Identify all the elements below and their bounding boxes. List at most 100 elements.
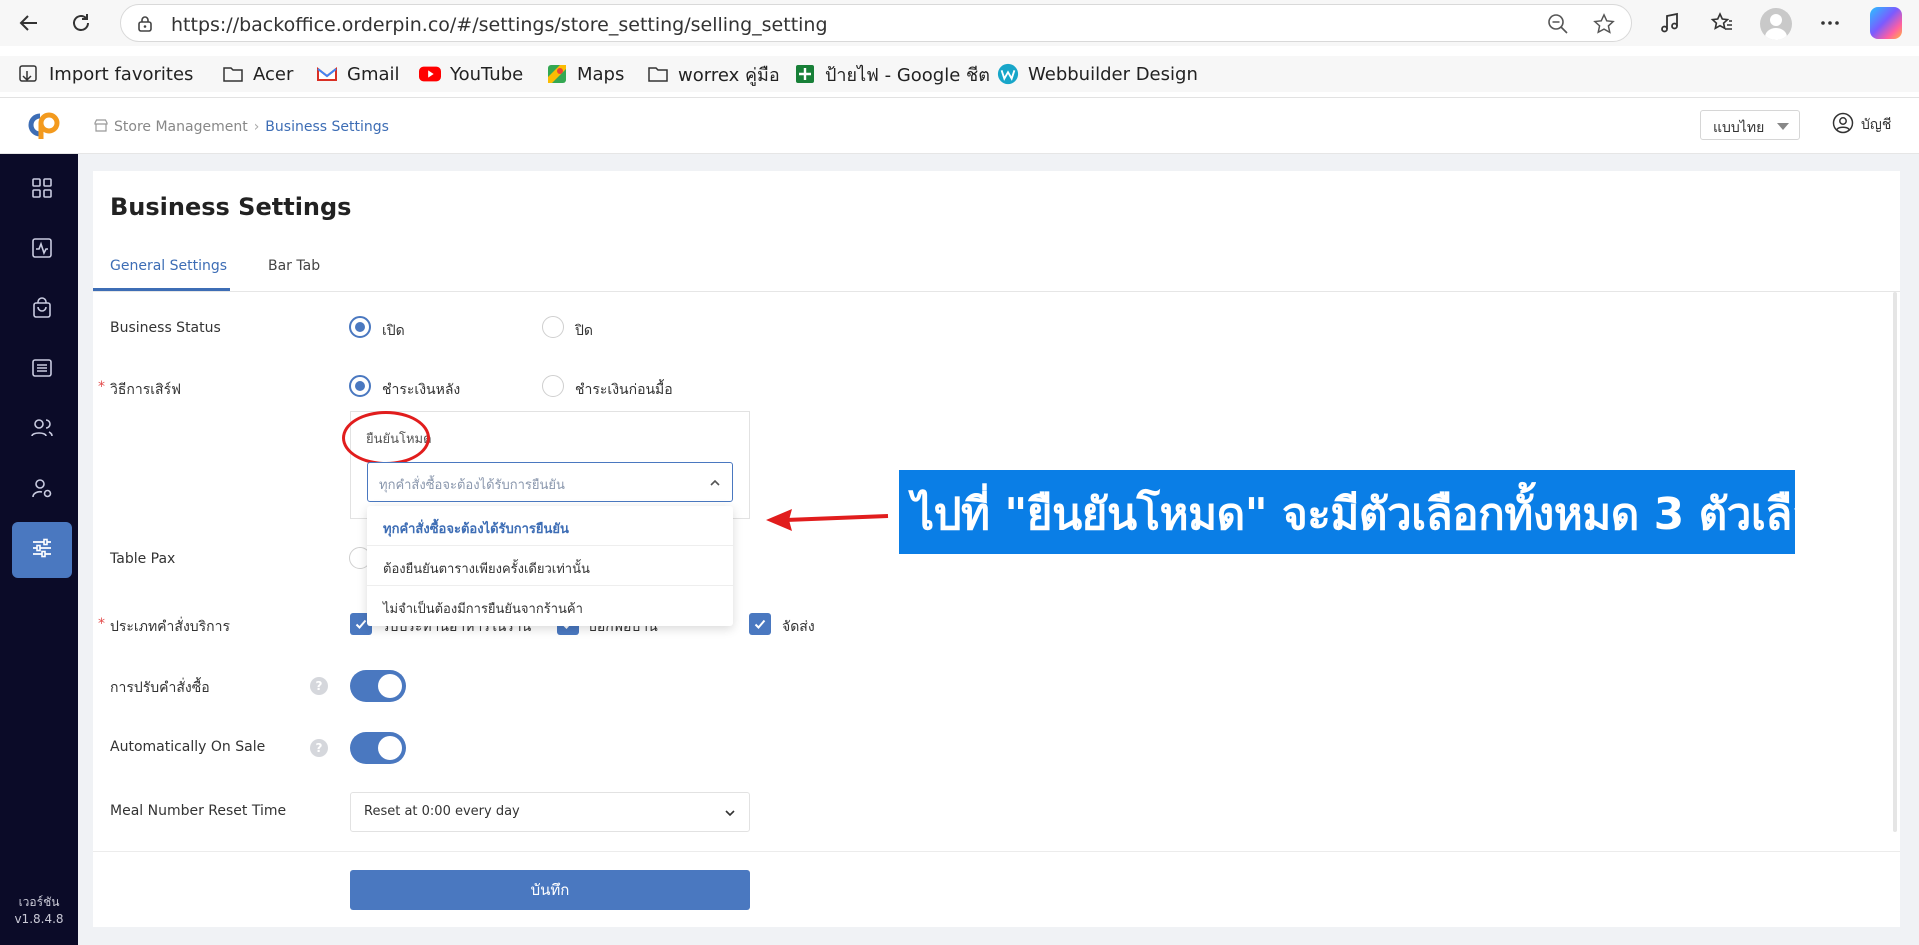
checkbox-delivery[interactable] [749, 613, 771, 635]
sheets-icon [794, 63, 816, 85]
radio-business-open[interactable] [349, 316, 371, 338]
folder-icon [647, 63, 669, 85]
sidebar-item-customers[interactable] [12, 402, 72, 458]
list-icon [31, 357, 53, 383]
bookmark-sheets[interactable]: ป้ายไฟ - Google ชีต [794, 60, 990, 88]
sidebar-item-orders[interactable] [12, 282, 72, 338]
sidebar-item-menu[interactable] [12, 342, 72, 398]
order-type-label: * ประเภทคำสั่งบริการ [98, 616, 231, 635]
activity-icon [31, 237, 53, 263]
browser-toolbar: https://backoffice.orderpin.co/#/setting… [0, 0, 1919, 46]
dashboard-icon [31, 177, 53, 203]
page-title: Business Settings [110, 193, 352, 221]
radio-business-closed-label: ปิด [575, 323, 593, 339]
sliders-icon [30, 537, 54, 563]
auto-on-sale-label: Automatically On Sale [110, 739, 266, 755]
radio-business-closed[interactable] [542, 316, 564, 338]
music-icon[interactable] [1656, 9, 1684, 37]
help-icon[interactable]: ? [310, 739, 328, 757]
tab-bar-tab[interactable]: Bar Tab [268, 258, 320, 274]
favorite-star-icon[interactable] [1593, 13, 1615, 39]
favorites-icon[interactable] [1708, 9, 1736, 37]
sidebar-item-staff[interactable] [12, 462, 72, 518]
confirm-mode-select[interactable]: ทุกคำสั่งซื้อจะต้องได้รับการยืนยัน [367, 462, 733, 502]
orderpin-logo[interactable] [20, 108, 64, 142]
language-select[interactable]: แบบไทย [1700, 110, 1800, 140]
service-method-label: * วิธีการเสิร์ฟ [98, 379, 182, 398]
breadcrumb: Store Management › Business Settings [94, 118, 389, 136]
dropdown-option-all-orders[interactable]: ทุกคำสั่งซื้อจะต้องได้รับการยืนยัน [383, 518, 569, 539]
back-icon[interactable] [14, 8, 44, 38]
copilot-icon[interactable] [1870, 7, 1902, 39]
bookmark-gmail[interactable]: Gmail [316, 60, 400, 88]
refresh-icon[interactable] [66, 8, 96, 38]
meal-reset-label: Meal Number Reset Time [110, 803, 287, 819]
user-settings-icon [31, 477, 53, 503]
meal-reset-select[interactable]: Reset at 0:00 every day [350, 792, 750, 832]
import-icon [18, 63, 40, 85]
sidebar-item-activity[interactable] [12, 222, 72, 278]
chevron-up-icon [708, 475, 722, 494]
dropdown-option-table-once[interactable]: ต้องยืนยันตารางเพียงครั้งเดียวเท่านั้น [383, 558, 590, 579]
footer-divider [93, 851, 1900, 852]
radio-pay-after[interactable] [349, 375, 371, 397]
dropdown-divider [367, 585, 733, 586]
tab-general-settings[interactable]: General Settings [110, 258, 227, 274]
bag-icon [31, 297, 53, 323]
breadcrumb-store-management[interactable]: Store Management [114, 119, 248, 135]
radio-pay-after-label: ชำระเงินหลัง [382, 382, 461, 398]
user-circle-icon [1832, 112, 1854, 138]
app-header: Store Management › Business Settings แบบ… [0, 98, 1919, 154]
version-info: เวอร์ชัน v1.8.4.8 [14, 895, 64, 926]
bookmark-import-favorites[interactable]: Import favorites [18, 60, 193, 88]
profile-avatar[interactable] [1760, 8, 1792, 40]
radio-business-open-label: เปิด [382, 323, 405, 339]
folder-icon [222, 63, 244, 85]
url-text: https://backoffice.orderpin.co/#/setting… [171, 14, 828, 36]
youtube-icon [419, 63, 441, 85]
store-icon [94, 118, 108, 136]
zoom-out-icon[interactable] [1547, 13, 1569, 39]
scrollbar[interactable] [1893, 292, 1897, 832]
dropdown-option-no-confirm[interactable]: ไม่จำเป็นต้องมีการยืนยันจากร้านค้า [383, 598, 583, 619]
sidebar: เวอร์ชัน v1.8.4.8 [0, 154, 78, 945]
sidebar-item-dashboard[interactable] [12, 162, 72, 218]
maps-icon [546, 63, 568, 85]
tabs-divider [93, 291, 1900, 292]
users-icon [30, 417, 54, 443]
save-button[interactable]: บันทึก [350, 870, 750, 910]
address-bar[interactable]: https://backoffice.orderpin.co/#/setting… [120, 4, 1632, 42]
bookmark-maps[interactable]: Maps [546, 60, 624, 88]
table-pax-label: Table Pax [110, 551, 176, 567]
annotation-highlight-ellipse [342, 411, 430, 465]
dropdown-divider [367, 545, 733, 546]
bookmarks-bar: Import favorites Acer Gmail YouTube Maps… [0, 56, 1919, 92]
bookmark-worrex[interactable]: worrex คู่มือ [647, 60, 780, 88]
order-adjust-toggle[interactable] [350, 670, 406, 702]
annotation-arrow [766, 509, 889, 531]
webbuilder-icon [997, 63, 1019, 85]
order-adjust-label: การปรับคำสั่งซื้อ [110, 680, 210, 696]
required-mark: * [98, 379, 105, 395]
radio-pay-before[interactable] [542, 375, 564, 397]
confirm-mode-dropdown: ทุกคำสั่งซื้อจะต้องได้รับการยืนยัน ต้องย… [367, 506, 733, 626]
bookmark-webbuilder[interactable]: Webbuilder Design [997, 60, 1198, 88]
gmail-icon [316, 63, 338, 85]
breadcrumb-business-settings: Business Settings [265, 119, 389, 135]
business-status-label: Business Status [110, 320, 221, 336]
chevron-down-icon [723, 805, 737, 824]
bookmark-acer[interactable]: Acer [222, 60, 293, 88]
auto-on-sale-toggle[interactable] [350, 732, 406, 764]
required-mark: * [98, 616, 105, 632]
caret-down-icon [1777, 123, 1789, 130]
help-icon[interactable]: ? [310, 677, 328, 695]
account-menu[interactable]: บัญชี [1832, 112, 1891, 138]
radio-pay-before-label: ชำระเงินก่อนมื้อ [575, 382, 673, 398]
checkbox-delivery-label: จัดส่ง [782, 619, 815, 635]
more-icon[interactable] [1816, 9, 1844, 37]
bookmark-youtube[interactable]: YouTube [419, 60, 523, 88]
lock-icon[interactable] [135, 14, 155, 38]
sidebar-item-settings[interactable] [12, 522, 72, 578]
breadcrumb-separator: › [253, 119, 260, 135]
annotation-text: ไปที่ "ยืนยันโหมด" จะมีตัวเลือกทั้งหมด 3… [912, 489, 1844, 540]
